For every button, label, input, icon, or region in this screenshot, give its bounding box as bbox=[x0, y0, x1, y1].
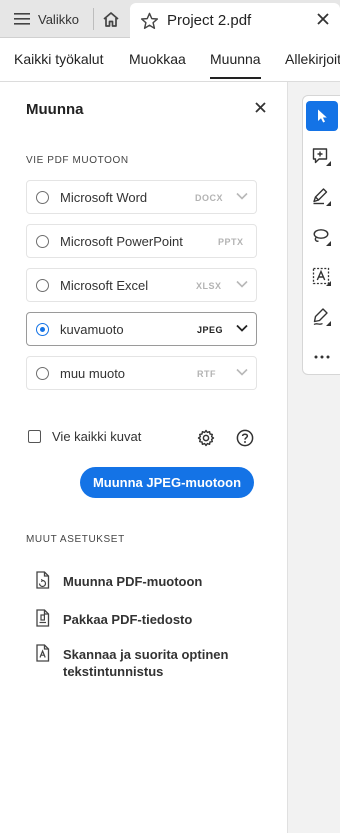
option-excel[interactable]: Microsoft Excel XLSX bbox=[26, 268, 257, 302]
convert-panel: Muunna VIE PDF MUOTOON Microsoft Word DO… bbox=[0, 82, 287, 833]
nav-edit[interactable]: Muokkaa bbox=[129, 51, 186, 67]
other-item-label: Muunna PDF-muotoon bbox=[63, 574, 203, 589]
nav-convert[interactable]: Muunna bbox=[210, 51, 261, 79]
star-icon[interactable] bbox=[140, 12, 159, 30]
document-title: Project 2.pdf bbox=[167, 12, 252, 29]
menu-button[interactable]: Valikko bbox=[0, 0, 93, 38]
label-line-1: Skannaa ja suorita optinen bbox=[63, 647, 229, 662]
right-tool-rail bbox=[287, 82, 340, 833]
add-comment-icon bbox=[312, 148, 331, 166]
other-item-label: Skannaa ja suorita optinen tekstintunnist… bbox=[63, 646, 228, 680]
label-line-2: tekstintunnistus bbox=[63, 664, 164, 679]
export-all-label: Vie kaikki kuvat bbox=[52, 429, 142, 444]
scan-ocr-link[interactable]: Skannaa ja suorita optinen tekstintunnist… bbox=[26, 644, 266, 680]
home-button[interactable] bbox=[94, 0, 128, 38]
highlighter-icon bbox=[313, 188, 331, 206]
option-label: Microsoft Excel bbox=[60, 278, 149, 293]
option-word[interactable]: Microsoft Word DOCX bbox=[26, 180, 257, 214]
close-tab-icon[interactable] bbox=[316, 12, 330, 26]
option-label: kuvamuoto bbox=[60, 322, 124, 337]
other-settings-heading: MUUT ASETUKSET bbox=[26, 534, 125, 545]
panel-title: Muunna bbox=[26, 101, 84, 118]
export-heading: VIE PDF MUOTOON bbox=[26, 155, 129, 166]
format-label: PPTX bbox=[218, 237, 244, 247]
nav-all-tools[interactable]: Kaikki työkalut bbox=[14, 51, 103, 67]
more-icon bbox=[314, 355, 330, 359]
other-item-label: Pakkaa PDF-tiedosto bbox=[63, 612, 193, 627]
option-image[interactable]: kuvamuoto JPEG bbox=[26, 312, 257, 346]
more-tools[interactable] bbox=[306, 342, 338, 372]
document-tab[interactable]: Project 2.pdf bbox=[130, 3, 340, 38]
radio-button[interactable] bbox=[36, 279, 49, 292]
chevron-down-icon[interactable] bbox=[236, 368, 248, 376]
chevron-down-icon[interactable] bbox=[236, 280, 248, 288]
export-all-checkbox[interactable] bbox=[28, 430, 41, 443]
format-label: DOCX bbox=[195, 193, 224, 203]
lasso-icon bbox=[313, 229, 331, 246]
option-label: Microsoft Word bbox=[60, 190, 148, 205]
chevron-down-icon[interactable] bbox=[236, 192, 248, 200]
format-label: RTF bbox=[197, 369, 216, 379]
radio-button[interactable] bbox=[36, 235, 49, 248]
option-powerpoint[interactable]: Microsoft PowerPoint PPTX bbox=[26, 224, 257, 258]
draw-tool[interactable] bbox=[306, 182, 338, 212]
help-icon[interactable] bbox=[236, 429, 254, 447]
compress-pdf-icon bbox=[36, 609, 50, 627]
tool-navigation: Kaikki työkalut Muokkaa Muunna Allekirjo… bbox=[0, 38, 340, 82]
format-label: XLSX bbox=[196, 281, 222, 291]
ocr-icon bbox=[36, 644, 50, 662]
close-icon[interactable] bbox=[255, 102, 266, 113]
chevron-down-icon[interactable] bbox=[236, 324, 248, 332]
text-select-icon bbox=[312, 267, 331, 286]
pen-sign-icon bbox=[313, 308, 331, 326]
format-label: JPEG bbox=[197, 325, 224, 335]
option-label: muu muoto bbox=[60, 366, 126, 381]
freehand-tool[interactable] bbox=[306, 222, 338, 252]
title-bar: Valikko Project 2.pdf bbox=[0, 0, 340, 38]
select-tool[interactable] bbox=[306, 101, 338, 131]
convert-to-pdf-link[interactable]: Muunna PDF-muotoon bbox=[26, 571, 266, 591]
nav-sign[interactable]: Allekirjoit bbox=[285, 51, 340, 67]
quick-tools bbox=[302, 95, 340, 375]
cursor-icon bbox=[318, 109, 327, 123]
sign-tool[interactable] bbox=[306, 302, 338, 332]
home-icon bbox=[103, 11, 119, 27]
option-other[interactable]: muu muoto RTF bbox=[26, 356, 257, 390]
add-comment-tool[interactable] bbox=[306, 142, 338, 172]
option-label: Microsoft PowerPoint bbox=[60, 234, 183, 249]
text-recognition-tool[interactable] bbox=[306, 262, 338, 292]
menu-label: Valikko bbox=[38, 11, 79, 27]
radio-button[interactable] bbox=[36, 367, 49, 380]
radio-button-selected[interactable] bbox=[36, 323, 49, 336]
hamburger-icon bbox=[14, 13, 30, 25]
radio-button[interactable] bbox=[36, 191, 49, 204]
gear-icon[interactable] bbox=[197, 429, 215, 447]
convert-jpeg-button[interactable]: Muunna JPEG-muotoon bbox=[80, 467, 254, 498]
compress-pdf-link[interactable]: Pakkaa PDF-tiedosto bbox=[26, 609, 266, 629]
convert-pdf-icon bbox=[36, 571, 50, 589]
